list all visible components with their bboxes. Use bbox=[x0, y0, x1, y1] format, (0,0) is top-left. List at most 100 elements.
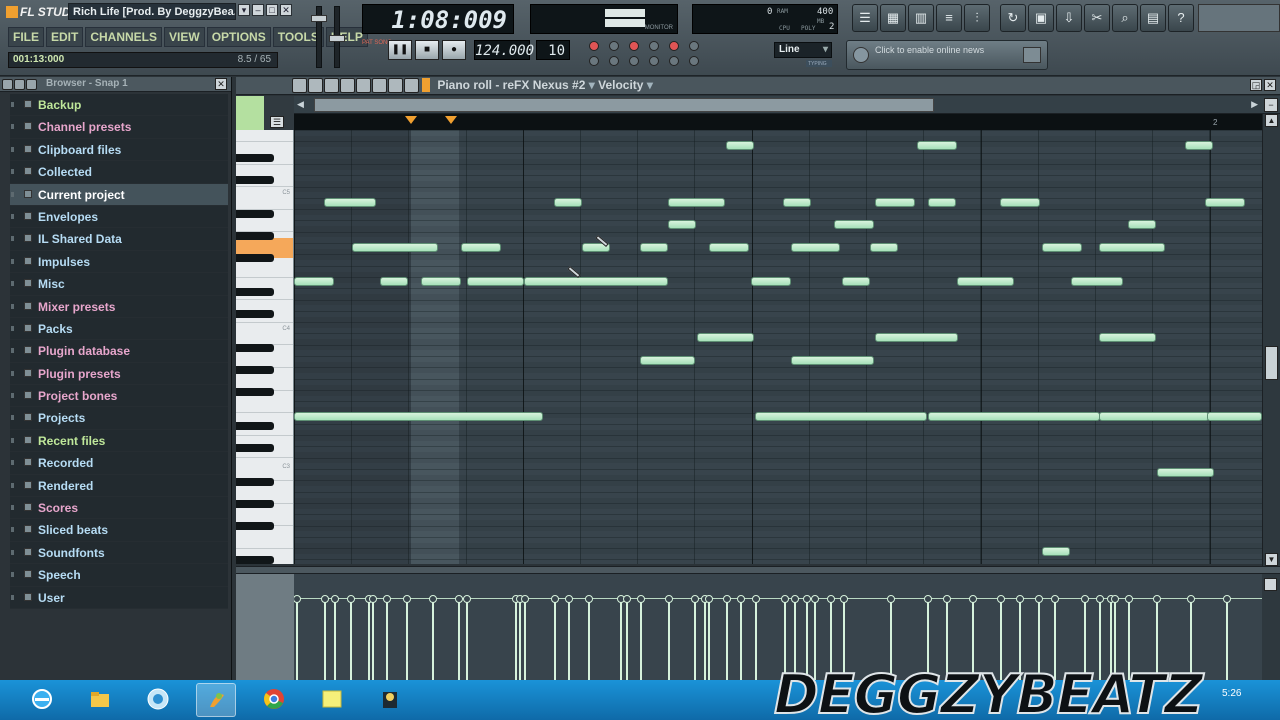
automation-toggle[interactable] bbox=[646, 55, 662, 67]
browser-item[interactable]: Misc bbox=[10, 273, 228, 296]
note[interactable] bbox=[461, 243, 501, 252]
vertical-scroll-thumb[interactable] bbox=[1265, 346, 1278, 380]
master-volume-knob[interactable] bbox=[311, 15, 327, 22]
master-pitch-slider[interactable] bbox=[329, 6, 345, 68]
velocity-stem[interactable] bbox=[637, 595, 645, 680]
stop-button[interactable]: ■ bbox=[415, 40, 439, 60]
black-key[interactable] bbox=[236, 366, 274, 374]
expand-nub-icon[interactable] bbox=[11, 505, 14, 511]
velocity-lane-zoom-icon[interactable] bbox=[1264, 578, 1277, 591]
black-key[interactable] bbox=[236, 556, 274, 564]
browser-item[interactable]: Projects bbox=[10, 407, 228, 430]
sticky-notes-icon[interactable] bbox=[312, 683, 352, 717]
piano-roll-menu-icon[interactable]: ☰ bbox=[270, 116, 284, 128]
browser-item[interactable]: Mixer presets bbox=[10, 295, 228, 318]
note[interactable] bbox=[668, 220, 696, 229]
project-info-icon[interactable]: ▤ bbox=[1140, 4, 1166, 32]
menu-dropdown-icon[interactable]: ▾ bbox=[238, 4, 250, 16]
fl-studio-taskbar-icon[interactable] bbox=[196, 683, 236, 717]
internet-explorer-icon[interactable] bbox=[22, 683, 62, 717]
note[interactable] bbox=[1042, 547, 1070, 556]
typing-keyboard-toggle[interactable] bbox=[586, 40, 602, 52]
cut-icon[interactable]: ✂ bbox=[1084, 4, 1110, 32]
expand-nub-icon[interactable] bbox=[11, 348, 14, 354]
browser-item[interactable]: IL Shared Data bbox=[10, 228, 228, 251]
note[interactable] bbox=[1207, 412, 1262, 421]
note[interactable] bbox=[783, 198, 811, 207]
wait-toggle[interactable] bbox=[626, 55, 642, 67]
minimize-icon[interactable]: – bbox=[252, 4, 264, 16]
expand-nub-icon[interactable] bbox=[11, 169, 14, 175]
export-icon[interactable]: ⇩ bbox=[1056, 4, 1082, 32]
velocity-stem[interactable] bbox=[565, 595, 573, 680]
note[interactable] bbox=[1099, 243, 1165, 252]
expand-nub-icon[interactable] bbox=[11, 527, 14, 533]
delete-tool-icon[interactable] bbox=[324, 78, 339, 93]
note[interactable] bbox=[697, 333, 754, 342]
expand-nub-icon[interactable] bbox=[11, 213, 14, 219]
browser-item[interactable]: Collected bbox=[10, 161, 228, 184]
velocity-stem[interactable] bbox=[723, 595, 731, 680]
note[interactable] bbox=[791, 356, 874, 365]
menu-edit[interactable]: EDIT bbox=[46, 27, 84, 47]
note[interactable] bbox=[640, 243, 668, 252]
countdown-toggle[interactable] bbox=[626, 40, 642, 52]
black-key[interactable] bbox=[236, 500, 274, 508]
snap-select[interactable]: Line bbox=[774, 42, 832, 58]
scroll-left-icon[interactable]: ◀ bbox=[297, 99, 304, 110]
velocity-stem[interactable] bbox=[516, 595, 524, 680]
browser-icon[interactable]: ≡ bbox=[936, 4, 962, 32]
timeline-ruler[interactable]: 2 bbox=[294, 114, 1262, 130]
note[interactable] bbox=[1099, 333, 1156, 342]
note[interactable] bbox=[1000, 198, 1040, 207]
velocity-stem[interactable] bbox=[321, 595, 329, 680]
expand-nub-icon[interactable] bbox=[11, 236, 14, 242]
note[interactable] bbox=[875, 198, 915, 207]
note[interactable] bbox=[875, 333, 958, 342]
expand-nub-icon[interactable] bbox=[11, 146, 14, 152]
note[interactable] bbox=[668, 198, 725, 207]
browser-item[interactable]: Impulses bbox=[10, 250, 228, 274]
browser-item[interactable]: Rendered bbox=[10, 474, 228, 498]
mute-tool-icon[interactable] bbox=[340, 78, 355, 93]
snap-toggle[interactable] bbox=[666, 55, 682, 67]
note[interactable] bbox=[352, 243, 438, 252]
menu-options[interactable]: OPTIONS bbox=[206, 27, 271, 47]
zoom-out-icon[interactable]: − bbox=[1264, 98, 1278, 112]
playlist-icon[interactable]: ☰ bbox=[852, 4, 878, 32]
browser-item[interactable]: User bbox=[10, 586, 228, 609]
horizontal-scroll-thumb[interactable] bbox=[314, 98, 934, 112]
loop-record-toggle[interactable] bbox=[586, 55, 602, 67]
expand-nub-icon[interactable] bbox=[11, 415, 14, 421]
scroll-up-icon[interactable]: ▲ bbox=[1265, 114, 1278, 127]
piano-roll-detach-icon[interactable]: ◲ bbox=[1250, 79, 1262, 91]
browser-item[interactable]: Backup bbox=[10, 94, 228, 117]
velocity-stem[interactable] bbox=[369, 595, 377, 680]
browser-item[interactable]: Sliced beats bbox=[10, 519, 228, 542]
draw-tool-icon[interactable] bbox=[292, 78, 307, 93]
expand-nub-icon[interactable] bbox=[11, 124, 14, 130]
expand-nub-icon[interactable] bbox=[11, 191, 14, 197]
note[interactable] bbox=[1042, 243, 1082, 252]
piano-roll-icon[interactable]: ▥ bbox=[908, 4, 934, 32]
browser-close-icon[interactable]: ✕ bbox=[215, 78, 227, 90]
playback-tool-icon[interactable] bbox=[404, 78, 419, 93]
black-key[interactable] bbox=[236, 444, 274, 452]
browser-menu-icon[interactable] bbox=[2, 79, 13, 90]
browser-item[interactable]: Current project bbox=[10, 183, 228, 206]
record-button[interactable]: ● bbox=[442, 40, 466, 60]
menu-file[interactable]: FILE bbox=[8, 27, 44, 47]
velocity-stem[interactable] bbox=[347, 595, 355, 680]
expand-nub-icon[interactable] bbox=[11, 281, 14, 287]
browser-item[interactable]: Scores bbox=[10, 497, 228, 520]
note[interactable] bbox=[751, 277, 791, 286]
online-news-panel[interactable]: Click to enable online news bbox=[846, 40, 1048, 70]
black-key[interactable] bbox=[236, 232, 274, 240]
black-key[interactable] bbox=[236, 522, 274, 530]
velocity-stem[interactable] bbox=[665, 595, 673, 680]
main-snap-toggle[interactable] bbox=[686, 55, 702, 67]
slice-tool-icon[interactable] bbox=[356, 78, 371, 93]
note[interactable] bbox=[928, 412, 1100, 421]
browser-item[interactable]: Recent files bbox=[10, 429, 228, 453]
file-explorer-icon[interactable] bbox=[80, 683, 120, 717]
